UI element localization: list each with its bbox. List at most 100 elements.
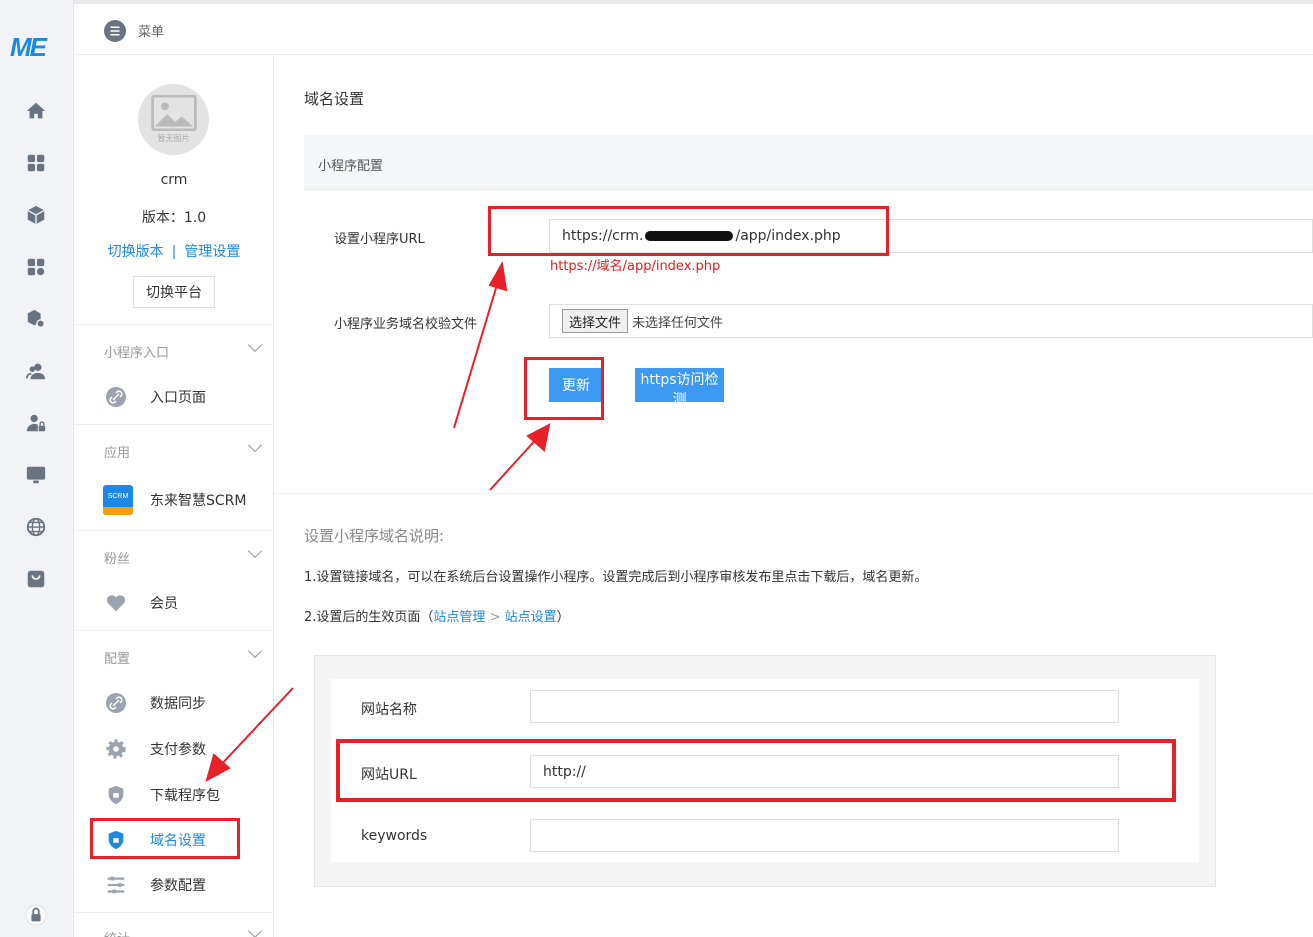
menu-label[interactable]: 菜单: [138, 21, 164, 40]
home-icon[interactable]: [24, 99, 48, 123]
chevron-right-icon: >: [489, 610, 501, 625]
avatar-caption: 暂无图片: [157, 134, 190, 143]
sidebar-item-scrm[interactable]: SCRM 东来智慧SCRM: [74, 480, 274, 520]
explain-line-2: 2.设置后的生效页面（站点管理 > 站点设置）: [304, 606, 570, 625]
redacted-domain: [645, 231, 734, 241]
site-settings-preview: 网站名称 网站URL http:// keywords: [314, 655, 1216, 887]
site-url-label: 网站URL: [361, 767, 417, 783]
group-title-mini-entry[interactable]: 小程序入口: [104, 342, 169, 361]
image-placeholder-icon: [150, 95, 197, 131]
menu-icon[interactable]: [104, 20, 126, 42]
icon-rail: ME: [0, 0, 74, 937]
divider: [74, 530, 274, 531]
url-label: 设置小程序URL: [334, 232, 425, 247]
chevron-down-icon[interactable]: [247, 643, 263, 659]
url-format-hint: https://域名/app/index.php: [550, 259, 721, 274]
verify-file-label: 小程序业务域名校验文件: [334, 317, 478, 332]
file-status: 未选择任何文件: [632, 315, 724, 331]
sidebar-item-label: 下载程序包: [150, 788, 220, 804]
main-content: 域名设置 小程序配置 设置小程序URL https://crm. /app/ind…: [274, 55, 1313, 937]
group-title-stats[interactable]: 统计: [104, 928, 130, 937]
explain-line-1: 1.设置链接域名，可以在系统后台设置操作小程序。设置完成后到小程序审核发布里点击…: [304, 570, 928, 585]
lock-icon[interactable]: [24, 903, 48, 927]
globe-icon[interactable]: [24, 515, 48, 539]
link-icon: [105, 692, 127, 714]
chevron-down-icon[interactable]: [247, 923, 263, 937]
chevron-down-icon[interactable]: [247, 543, 263, 559]
site-name-label: 网站名称: [361, 702, 417, 718]
https-check-button[interactable]: https访问检测: [635, 368, 724, 408]
site-management-link[interactable]: 站点管理: [433, 610, 485, 625]
sidebar-item-members[interactable]: 会员: [74, 583, 274, 623]
choose-file-button[interactable]: 选择文件: [562, 309, 629, 333]
switch-version-link[interactable]: 切换版本: [108, 244, 164, 260]
sidebar-item-label: 入口页面: [150, 390, 206, 406]
sidebar-item-label: 东来智慧SCRM: [150, 493, 247, 509]
chevron-down-icon[interactable]: [247, 337, 263, 353]
site-name-input[interactable]: [530, 690, 1119, 723]
verify-file-input[interactable]: 选择文件 未选择任何文件: [549, 304, 1313, 338]
sidebar-item-label: 支付参数: [150, 742, 206, 758]
app-name: crm: [160, 172, 188, 188]
group-title-fans[interactable]: 粉丝: [104, 548, 130, 567]
sidebar-item-data-sync[interactable]: 数据同步: [74, 683, 274, 723]
keywords-input[interactable]: [530, 819, 1119, 852]
app-version: 版本：1.0: [141, 210, 207, 226]
shield-icon: [105, 784, 127, 806]
monitor-icon[interactable]: [24, 463, 48, 487]
section-title: 小程序配置: [318, 159, 384, 174]
scrm-app-icon: SCRM: [103, 485, 133, 515]
url-value-suffix: /app/index.php: [735, 228, 841, 244]
cube-icon[interactable]: [24, 203, 48, 227]
sidebar-item-entry-page[interactable]: 入口页面: [74, 377, 274, 417]
users-icon[interactable]: [24, 359, 48, 383]
gear-icon: [105, 738, 127, 760]
sidebar-item-download-package[interactable]: 下载程序包: [74, 775, 274, 815]
heart-icon: [105, 592, 127, 614]
link-icon: [105, 386, 127, 408]
site-url-input[interactable]: http://: [530, 755, 1119, 788]
group-title-config[interactable]: 配置: [104, 648, 130, 667]
preview-form: 网站名称 网站URL http:// keywords: [331, 679, 1199, 862]
app-add-icon[interactable]: [24, 255, 48, 279]
explain-2-prefix: 2.设置后的生效页面（: [304, 610, 434, 625]
divider: [274, 493, 1313, 494]
package-settings-icon[interactable]: [24, 307, 48, 331]
sidebar-item-param-config[interactable]: 参数配置: [74, 865, 274, 905]
sidebar-links: 切换版本 | 管理设置: [74, 241, 274, 261]
top-bar: 菜单: [74, 0, 1313, 55]
page-title: 域名设置: [304, 90, 365, 108]
sidebar-item-label: 域名设置: [150, 833, 206, 849]
app-window: ME 菜单 暂无图片 crm 版本：1.0 切换版本 | 管理设置 切换平台 小…: [0, 0, 1313, 937]
explain-title: 设置小程序域名说明:: [304, 527, 445, 545]
chevron-down-icon[interactable]: [247, 437, 263, 453]
sidebar-item-label: 参数配置: [150, 878, 206, 894]
group-title-apps[interactable]: 应用: [104, 442, 130, 461]
user-lock-icon[interactable]: [24, 411, 48, 435]
site-settings-link[interactable]: 站点设置: [505, 610, 557, 625]
mini-program-url-input[interactable]: https://crm. /app/index.php: [549, 219, 1313, 253]
explain-2-suffix: ）: [556, 610, 570, 625]
sidebar-item-label: 数据同步: [150, 696, 206, 712]
divider: [74, 424, 274, 425]
sidebar-item-label: 会员: [150, 596, 178, 612]
link-separator: |: [171, 244, 177, 260]
keywords-label: keywords: [361, 828, 428, 844]
manage-settings-link[interactable]: 管理设置: [184, 244, 240, 260]
sliders-icon: [105, 874, 127, 896]
apps-grid-icon[interactable]: [24, 151, 48, 175]
update-button[interactable]: 更新: [549, 368, 603, 402]
avatar: 暂无图片: [138, 84, 209, 155]
sidebar-item-domain-settings[interactable]: 域名设置: [74, 820, 274, 860]
logo: ME: [10, 32, 47, 62]
mini-program-icon[interactable]: [24, 567, 48, 591]
divider: [74, 630, 274, 631]
secondary-sidebar: 暂无图片 crm 版本：1.0 切换版本 | 管理设置 切换平台 小程序入口 入口页…: [74, 55, 274, 937]
divider: [74, 324, 274, 325]
divider: [74, 912, 274, 913]
section-header: 小程序配置: [304, 135, 1313, 190]
url-value-prefix: https://crm.: [562, 228, 644, 244]
shield-icon: [105, 829, 127, 851]
sidebar-item-payment-params[interactable]: 支付参数: [74, 729, 274, 769]
switch-platform-button[interactable]: 切换平台: [133, 276, 215, 308]
